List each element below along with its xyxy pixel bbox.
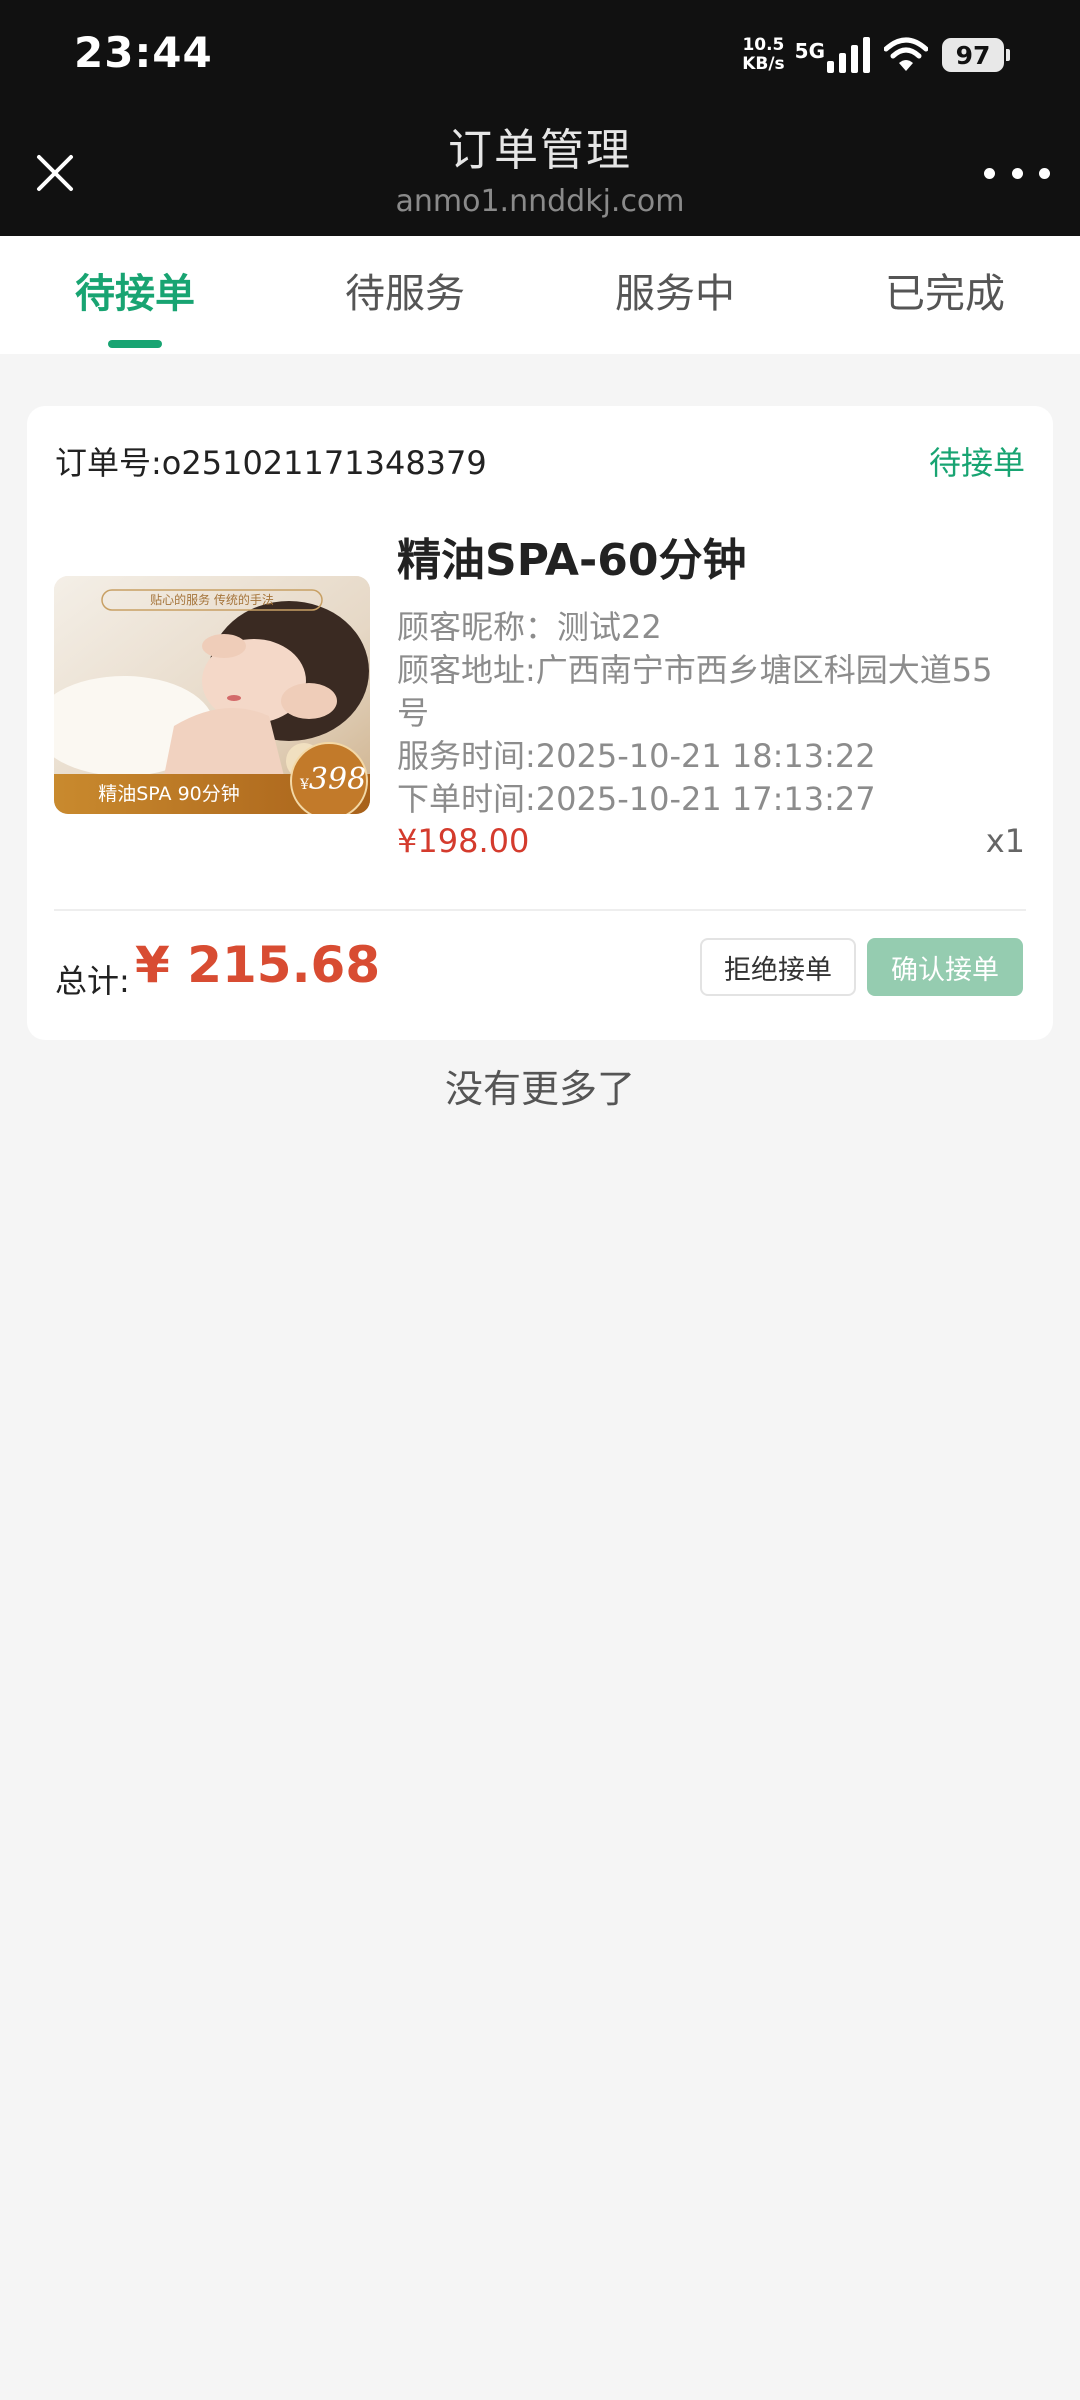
battery-level: 97 bbox=[955, 40, 991, 70]
service-time: 服务时间:2025-10-21 18:13:22 bbox=[397, 737, 876, 775]
product-image: 贴心的服务 传统的手法 精油SPA 90分钟 ¥398 bbox=[54, 576, 370, 814]
total-label: 总计: bbox=[55, 962, 130, 1000]
order-number: 订单号:o251021171348379 bbox=[55, 444, 487, 482]
page-url: anmo1.nnddkj.com bbox=[395, 184, 685, 219]
product-image-price-currency: ¥ bbox=[300, 777, 309, 793]
order-status-badge: 待接单 bbox=[928, 444, 1025, 482]
tab-pending-service[interactable]: 待服务 bbox=[270, 236, 540, 354]
wifi-icon bbox=[884, 37, 928, 71]
nav-bar: 订单管理 anmo1.nnddkj.com bbox=[0, 112, 1080, 236]
tab-label: 服务中 bbox=[615, 271, 735, 317]
network-type: 5G bbox=[794, 39, 825, 63]
network-speed-unit: KB/s bbox=[742, 54, 785, 74]
product-image-price-value: 398 bbox=[308, 762, 367, 797]
more-icon[interactable] bbox=[984, 158, 1050, 188]
reject-order-button[interactable]: 拒绝接单 bbox=[700, 938, 856, 996]
order-status-tabs: 待接单 待服务 服务中 已完成 bbox=[0, 236, 1080, 354]
battery-icon: 97 bbox=[942, 38, 1010, 72]
status-time: 23:44 bbox=[74, 28, 213, 77]
tab-label: 已完成 bbox=[885, 271, 1005, 317]
tab-label: 待服务 bbox=[345, 271, 465, 317]
product-image-caption: 精油SPA 90分钟 bbox=[98, 783, 240, 805]
customer-address-cont: 号 bbox=[397, 694, 430, 732]
nav-title-group: 订单管理 anmo1.nnddkj.com bbox=[0, 120, 1080, 222]
tab-pending-accept[interactable]: 待接单 bbox=[0, 236, 270, 354]
tab-label: 待接单 bbox=[75, 271, 195, 317]
no-more-text: 没有更多了 bbox=[444, 1067, 635, 1111]
tab-active-indicator bbox=[108, 340, 162, 348]
customer-name: 顾客昵称：测试22 bbox=[397, 608, 662, 646]
order-time: 下单时间:2025-10-21 17:13:27 bbox=[397, 780, 876, 818]
signal-icon bbox=[827, 37, 870, 73]
product-image-price: ¥398 bbox=[300, 762, 366, 797]
product-image-banner: 贴心的服务 传统的手法 bbox=[150, 593, 274, 607]
customer-address: 顾客地址:广西南宁市西乡塘区科园大道55 bbox=[397, 651, 993, 689]
network-speed-value: 10.5 bbox=[742, 35, 785, 55]
product-title: 精油SPA-60分钟 bbox=[397, 535, 747, 586]
order-card[interactable]: 订单号:o251021171348379 待接单 贴心的服务 传统的手法 精油S… bbox=[27, 406, 1053, 1040]
item-quantity: x1 bbox=[985, 822, 1025, 860]
item-price: ¥198.00 bbox=[397, 822, 530, 860]
status-bar: 23:44 10.5 KB/s 5G 97 bbox=[0, 0, 1080, 112]
total-amount: ¥ 215.68 bbox=[135, 936, 381, 994]
tab-in-service[interactable]: 服务中 bbox=[540, 236, 810, 354]
network-speed: 10.5 KB/s bbox=[742, 36, 784, 74]
page-title: 订单管理 bbox=[448, 125, 632, 176]
divider bbox=[54, 909, 1026, 911]
tab-completed[interactable]: 已完成 bbox=[810, 236, 1080, 354]
status-icons: 10.5 KB/s 5G 97 bbox=[742, 30, 1010, 80]
confirm-order-button[interactable]: 确认接单 bbox=[867, 938, 1023, 996]
